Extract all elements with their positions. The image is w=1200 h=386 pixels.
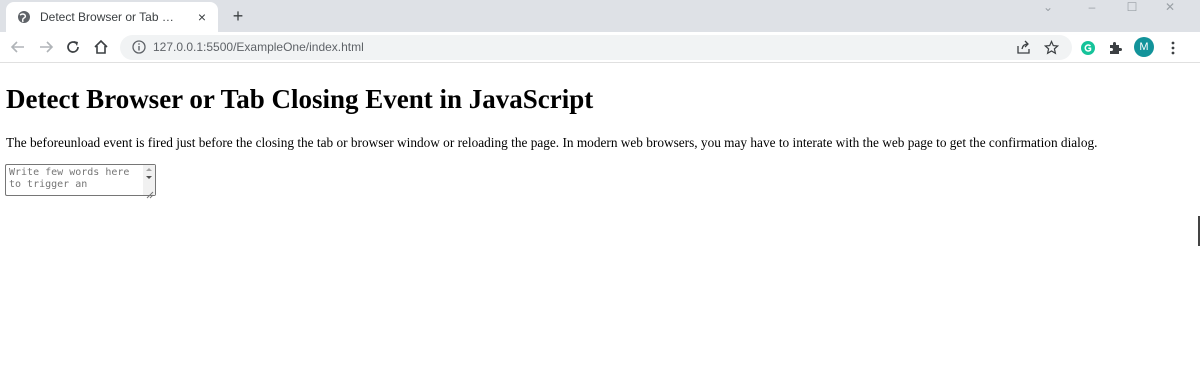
minimize-button[interactable]: – [1082,0,1102,16]
bookmark-star-icon[interactable] [1043,39,1059,55]
page-title: Detect Browser or Tab Closing Event in J… [6,84,594,114]
back-arrow-icon [10,41,24,53]
message-textarea[interactable]: Write few words here to trigger an [5,164,156,199]
textarea-placeholder: Write few words here to trigger an [9,167,136,190]
tab-strip: Detect Browser or Tab Closing Event in J… [0,0,1200,32]
globe-icon [16,9,32,25]
home-button[interactable] [91,37,111,57]
home-icon [94,39,108,54]
forward-arrow-icon [40,41,54,53]
url-text[interactable]: 127.0.0.1:5500/ExampleOne/index.html [153,40,364,54]
grammarly-extension-icon[interactable] [1079,39,1097,57]
browser-toolbar: 127.0.0.1:5500/ExampleOne/index.html M [0,32,1200,63]
close-window-button[interactable]: ✕ [1160,0,1180,16]
page-content: Detect Browser or Tab Closing Event in J… [0,64,1200,386]
reload-button[interactable] [63,37,83,57]
page-description: The beforeunload event is fired just bef… [6,135,1098,150]
maximize-button[interactable]: ☐ [1122,0,1142,16]
profile-avatar[interactable]: M [1134,37,1154,57]
share-icon[interactable] [1015,39,1031,55]
reload-icon [67,41,79,53]
address-bar[interactable]: 127.0.0.1:5500/ExampleOne/index.html [120,35,1072,60]
resize-grip-icon[interactable] [146,186,154,199]
tab-close-icon[interactable]: × [194,9,210,25]
info-icon[interactable] [132,40,146,54]
tab-search-icon[interactable]: ⌄ [1038,0,1058,16]
tab-title: Detect Browser or Tab Closing Event in J… [40,10,180,24]
new-tab-button[interactable]: + [228,6,248,26]
more-menu-icon[interactable] [1164,39,1182,57]
extensions-puzzle-icon[interactable] [1106,39,1124,57]
forward-button[interactable] [36,37,56,57]
browser-tab[interactable]: Detect Browser or Tab Closing Event in J… [6,2,218,32]
back-button[interactable] [8,37,28,57]
